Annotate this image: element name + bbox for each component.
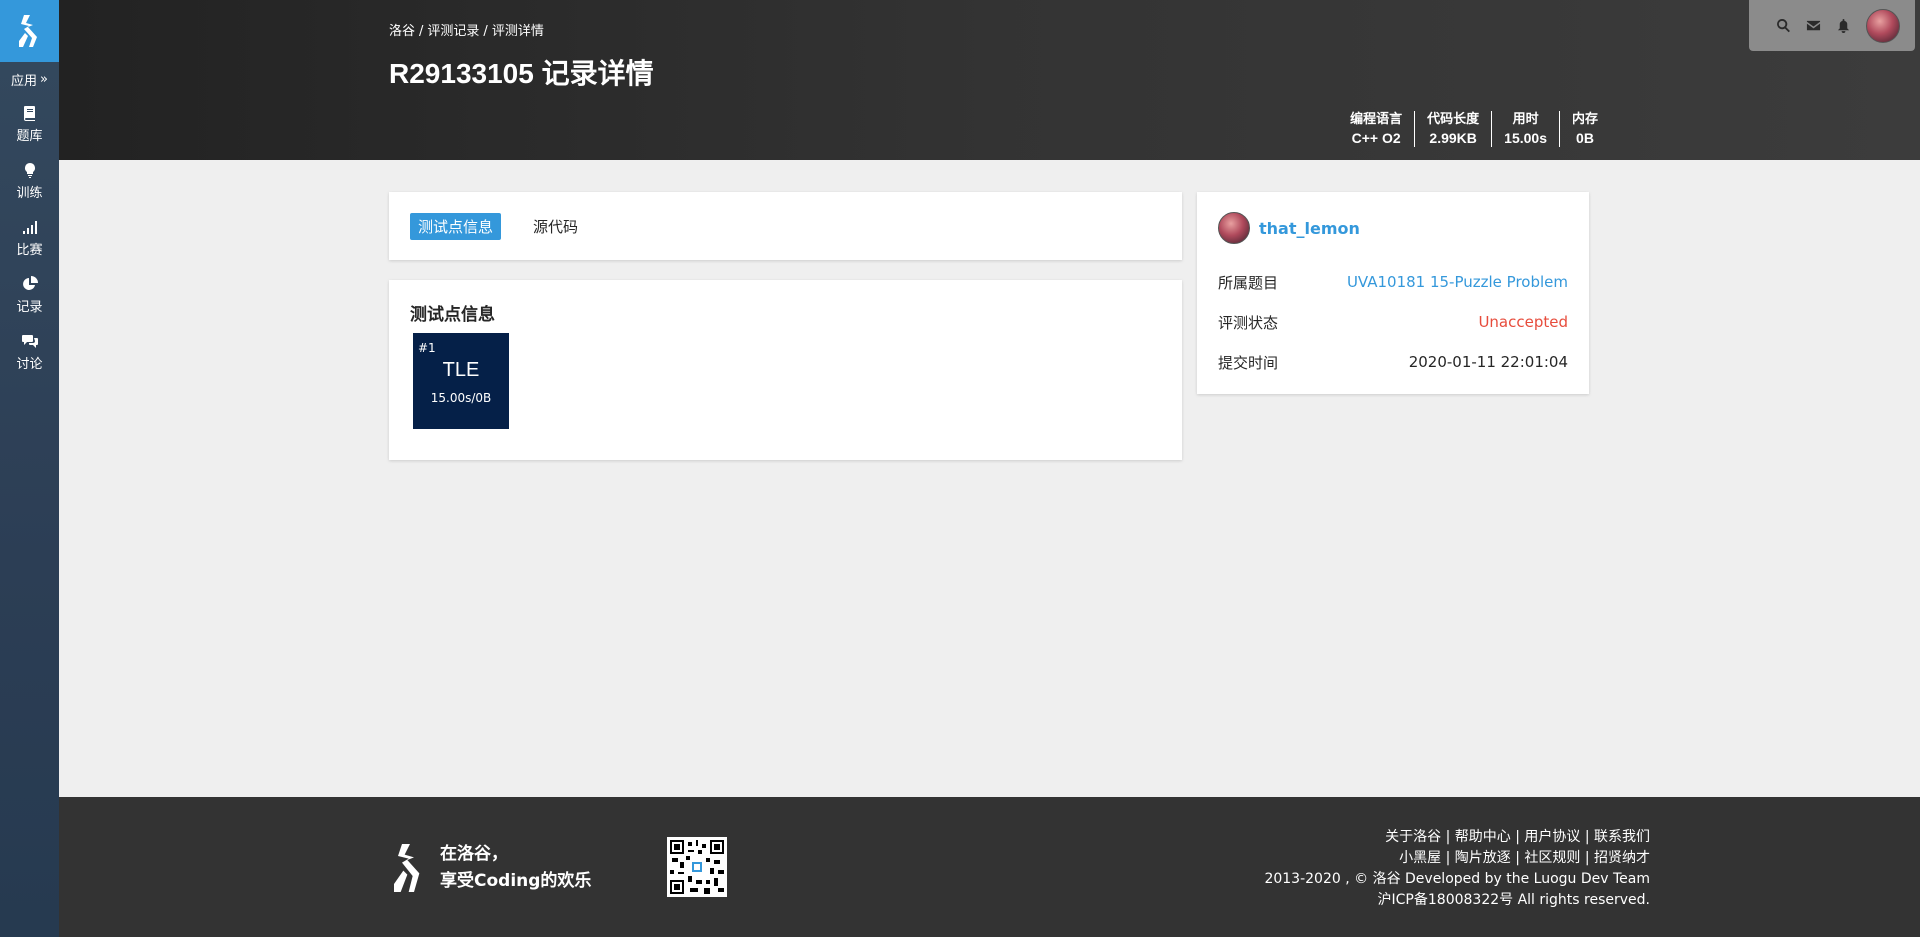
stat-label: 内存 bbox=[1571, 112, 1598, 127]
stat-value: 15.00s bbox=[1504, 130, 1547, 146]
stat-label: 编程语言 bbox=[1350, 112, 1403, 127]
footer-link-rules[interactable]: 社区规则 bbox=[1524, 850, 1580, 866]
stat-memory: 内存 0B bbox=[1558, 111, 1610, 147]
breadcrumb: 洛谷 / 评测记录 / 评测详情 bbox=[389, 24, 544, 39]
slogan-line: 在洛谷， bbox=[440, 844, 508, 864]
breadcrumb-current: 评测详情 bbox=[491, 24, 544, 39]
sidebar: 应用 » 题库 训练 比赛 记录 讨论 bbox=[0, 0, 59, 937]
qr-code-icon bbox=[670, 840, 724, 894]
footer-slogan: 在洛谷， 享受Coding的欢乐 bbox=[440, 841, 591, 895]
footer-link-jobs[interactable]: 招贤纳才 bbox=[1594, 850, 1650, 866]
testcase-result: TLE bbox=[442, 359, 480, 381]
footer-links: 关于洛谷 | 帮助中心 | 用户协议 | 联系我们 小黑屋 | 陶片放逐 | 社… bbox=[1264, 827, 1650, 911]
info-row-status: 评测状态 Unaccepted bbox=[1218, 302, 1568, 342]
comments-icon bbox=[21, 335, 38, 348]
info-row-submit-time: 提交时间 2020-01-11 22:01:04 bbox=[1218, 342, 1568, 382]
stat-value: C++ O2 bbox=[1351, 130, 1401, 146]
page-title: R29133105 记录详情 bbox=[389, 58, 654, 89]
tab-testcases[interactable]: 测试点信息 bbox=[410, 212, 502, 240]
footer-link-help[interactable]: 帮助中心 bbox=[1455, 829, 1511, 845]
dev-team-link[interactable]: Luogu Dev Team bbox=[1534, 871, 1650, 887]
footer-icp: 沪ICP备18008322号 All rights reserved. bbox=[1377, 892, 1650, 908]
sidebar-item-label: 比赛 bbox=[16, 243, 43, 258]
mail-icon[interactable] bbox=[1806, 18, 1821, 33]
slogan-line: 享受Coding的欢乐 bbox=[440, 871, 592, 891]
footer-link-contact[interactable]: 联系我们 bbox=[1594, 829, 1650, 845]
record-info-panel: that_lemon 所属题目 UVA10181 15-Puzzle Probl… bbox=[1197, 192, 1589, 394]
luogu-logo-icon bbox=[394, 844, 420, 892]
problem-link[interactable]: UVA10181 15-Puzzle Problem bbox=[1347, 273, 1568, 291]
stat-value: 2.99KB bbox=[1429, 130, 1477, 146]
sidebar-item-label: 记录 bbox=[16, 300, 43, 315]
record-stats: 编程语言 C++ O2 代码长度 2.99KB 用时 15.00s 内存 0B bbox=[1338, 111, 1610, 147]
app-menu-toggle[interactable]: 应用 » bbox=[0, 62, 59, 96]
sidebar-item-discuss[interactable]: 讨论 bbox=[0, 324, 59, 381]
testcase-number: #1 bbox=[418, 341, 436, 355]
stat-code-length: 代码长度 2.99KB bbox=[1414, 111, 1491, 147]
breadcrumb-records[interactable]: 评测记录 bbox=[427, 24, 479, 39]
testcase-item[interactable]: #1 TLE 15.00s/0B bbox=[413, 333, 509, 429]
info-label: 提交时间 bbox=[1218, 353, 1279, 372]
status-badge: Unaccepted bbox=[1478, 313, 1568, 331]
submit-time: 2020-01-11 22:01:04 bbox=[1408, 353, 1568, 371]
info-label: 所属题目 bbox=[1218, 273, 1279, 292]
tab-source-code[interactable]: 源代码 bbox=[525, 213, 586, 240]
info-row-problem: 所属题目 UVA10181 15-Puzzle Problem bbox=[1218, 262, 1568, 302]
book-icon bbox=[23, 106, 35, 121]
stat-label: 用时 bbox=[1512, 112, 1539, 127]
page-header: 洛谷 / 评测记录 / 评测详情 R29133105 记录详情 编程语言 C++ O2 … bbox=[59, 0, 1920, 160]
bell-icon[interactable] bbox=[1836, 18, 1851, 33]
submitter-name[interactable]: that_lemon bbox=[1259, 219, 1360, 238]
app-menu-label: 应用 bbox=[11, 73, 38, 89]
user-avatar[interactable] bbox=[1866, 8, 1900, 43]
submitter-avatar[interactable] bbox=[1218, 212, 1250, 244]
submitter: that_lemon bbox=[1218, 212, 1568, 244]
footer-link-blacklist[interactable]: 小黑屋 bbox=[1399, 850, 1441, 866]
testcase-section-title: 测试点信息 bbox=[410, 305, 495, 325]
page-footer: 在洛谷， 享受Coding的欢乐 关于洛谷 | 帮助中心 | 用户协议 | 联系… bbox=[59, 797, 1920, 937]
lightbulb-icon bbox=[24, 163, 35, 178]
stat-language: 编程语言 C++ O2 bbox=[1338, 111, 1414, 147]
copyright-text: 2013-2020 , © 洛谷 Developed by the bbox=[1264, 871, 1534, 887]
footer-link-about[interactable]: 关于洛谷 bbox=[1385, 829, 1441, 845]
sidebar-item-label: 训练 bbox=[16, 186, 43, 201]
stat-time: 用时 15.00s bbox=[1491, 111, 1559, 147]
footer-links-row: 小黑屋 | 陶片放逐 | 社区规则 | 招贤纳才 bbox=[1399, 850, 1650, 866]
testcase-time-memory: 15.00s/0B bbox=[430, 391, 492, 405]
sidebar-item-contests[interactable]: 比赛 bbox=[0, 210, 59, 267]
wechat-qr-code bbox=[667, 837, 727, 897]
record-tabs: 测试点信息 源代码 bbox=[389, 192, 1182, 260]
stat-value: 0B bbox=[1576, 130, 1594, 146]
testcase-panel: 测试点信息 #1 TLE 15.00s/0B bbox=[389, 280, 1182, 460]
footer-link-terms[interactable]: 用户协议 bbox=[1524, 829, 1580, 845]
footer-brand: 在洛谷， 享受Coding的欢乐 bbox=[390, 839, 591, 897]
double-chevron-right-icon: » bbox=[40, 71, 48, 87]
pie-chart-icon bbox=[22, 276, 38, 290]
sidebar-item-problems[interactable]: 题库 bbox=[0, 96, 59, 153]
footer-copyright: 2013-2020 , © 洛谷 Developed by the Luogu … bbox=[1264, 869, 1650, 890]
info-label: 评测状态 bbox=[1218, 313, 1279, 332]
sidebar-item-records[interactable]: 记录 bbox=[0, 267, 59, 324]
sidebar-item-label: 题库 bbox=[16, 129, 43, 144]
footer-link-ostracism[interactable]: 陶片放逐 bbox=[1455, 850, 1511, 866]
bar-chart-icon bbox=[22, 221, 37, 234]
sidebar-item-training[interactable]: 训练 bbox=[0, 153, 59, 210]
breadcrumb-home[interactable]: 洛谷 bbox=[389, 24, 415, 39]
user-toolbar bbox=[1749, 0, 1915, 51]
luogu-logo-icon bbox=[18, 15, 37, 47]
luogu-logo[interactable] bbox=[0, 0, 59, 62]
search-icon[interactable] bbox=[1776, 18, 1791, 33]
footer-links-row: 关于洛谷 | 帮助中心 | 用户协议 | 联系我们 bbox=[1385, 829, 1650, 845]
stat-label: 代码长度 bbox=[1427, 112, 1480, 127]
sidebar-item-label: 讨论 bbox=[16, 357, 43, 372]
